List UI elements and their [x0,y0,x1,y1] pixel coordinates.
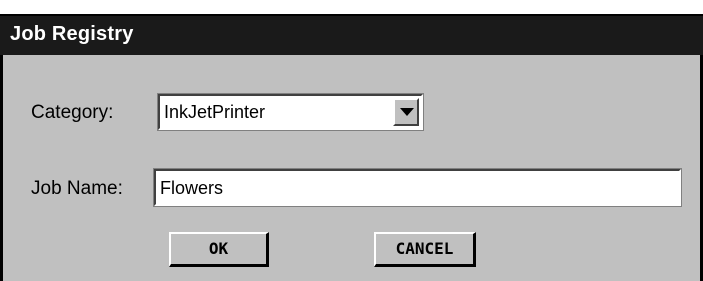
category-dropdown-button[interactable] [393,98,419,126]
chevron-down-icon [400,108,414,116]
job-name-label: Job Name: [31,178,123,199]
job-registry-dialog: Job Registry Category: InkJetPrinter Job… [0,0,703,281]
category-label: Category: [31,102,114,123]
cancel-button[interactable]: CANCEL [374,232,476,267]
title-bar[interactable]: Job Registry [0,14,703,57]
ok-button[interactable]: OK [169,232,269,267]
job-name-input[interactable]: Flowers [153,168,682,207]
category-select-value: InkJetPrinter [164,102,266,122]
job-name-input-value: Flowers [160,178,224,198]
window-title: Job Registry [10,23,134,45]
dialog-body: Category: InkJetPrinter Job Name: Flower… [0,55,703,281]
category-select[interactable]: InkJetPrinter [157,93,424,131]
